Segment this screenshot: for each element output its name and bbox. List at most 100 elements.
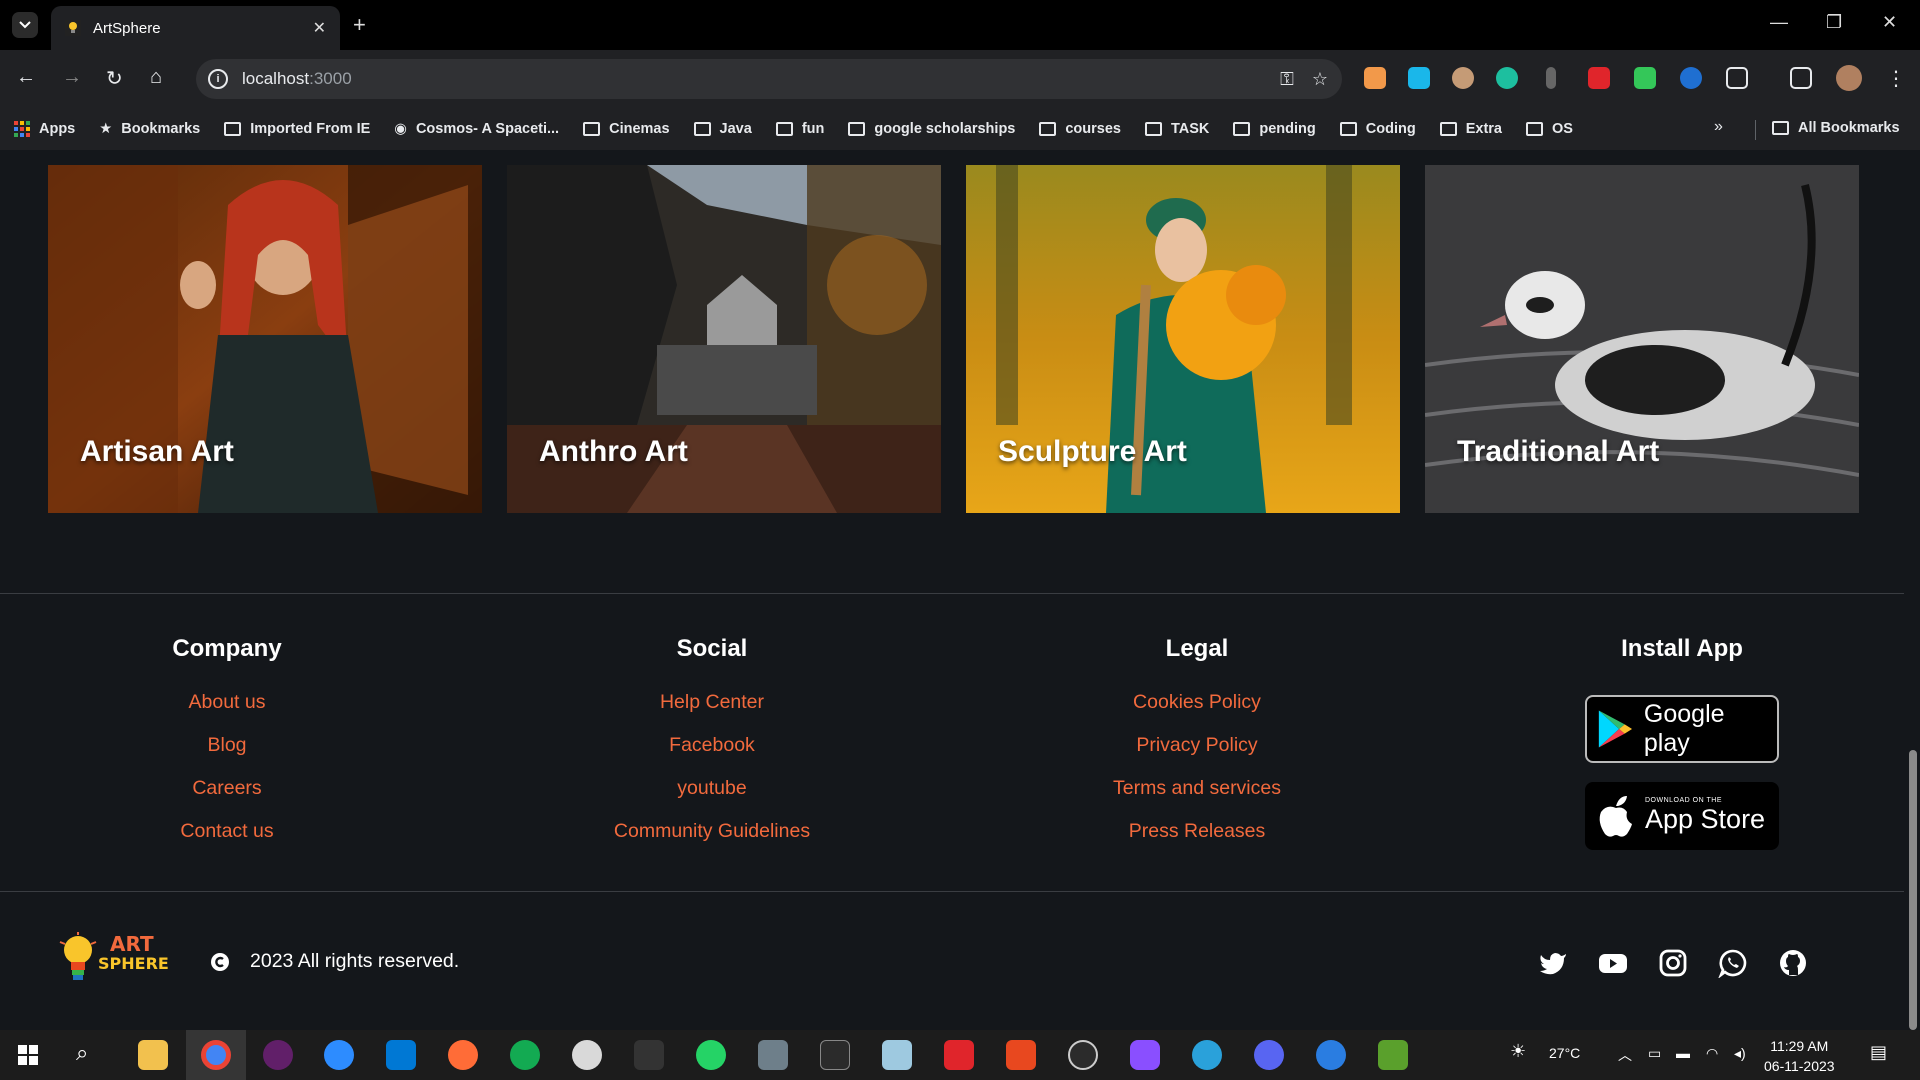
extension-pen-icon[interactable] <box>1364 67 1386 89</box>
tray-chevron-icon[interactable]: ︿ <box>1618 1045 1632 1065</box>
password-key-icon[interactable]: ⚿ <box>1280 69 1294 90</box>
bookmark-star-icon[interactable]: ☆ <box>1312 69 1328 90</box>
discord-icon[interactable] <box>1254 1040 1284 1070</box>
bookmark-google-scholarships[interactable]: google scholarships <box>848 121 1015 137</box>
windows-start-icon[interactable] <box>18 1045 38 1065</box>
extension-face-icon[interactable] <box>1452 67 1474 89</box>
page-scrollbar[interactable] <box>1904 150 1920 1030</box>
address-bar[interactable]: i localhost:3000 ⚿ ☆ <box>196 59 1342 99</box>
youtube-icon[interactable] <box>1598 948 1628 978</box>
site-info-icon[interactable]: i <box>208 69 228 89</box>
weather-icon[interactable]: ☀ <box>1510 1041 1526 1062</box>
clock[interactable]: 11:29 AM 06-11-2023 <box>1764 1036 1835 1076</box>
link-contact-us[interactable]: Contact us <box>77 820 377 843</box>
bookmarks-overflow-icon[interactable]: » <box>1714 118 1723 136</box>
terminal-icon[interactable] <box>820 1040 850 1070</box>
bookmark-apps[interactable]: Apps <box>14 121 75 137</box>
link-community-guidelines[interactable]: Community Guidelines <box>562 820 862 843</box>
extension-shield-icon[interactable] <box>1588 67 1610 89</box>
github-icon[interactable] <box>1778 948 1808 978</box>
bookmark-java[interactable]: Java <box>693 121 752 137</box>
forward-icon[interactable]: → <box>62 66 82 89</box>
extension-lock-icon[interactable] <box>1634 67 1656 89</box>
link-press-releases[interactable]: Press Releases <box>1047 820 1347 843</box>
bookmark-imported-from-ie[interactable]: Imported From IE <box>224 121 370 137</box>
bookmark-cosmos[interactable]: ◉ Cosmos- A Spaceti... <box>394 121 559 137</box>
extensions-puzzle-icon[interactable] <box>1726 67 1748 89</box>
minimize-button[interactable]: — <box>1770 12 1788 33</box>
chrome-icon[interactable] <box>201 1040 231 1070</box>
vscode-icon[interactable] <box>386 1040 416 1070</box>
bookmark-cinemas[interactable]: Cinemas <box>583 121 670 137</box>
card-sculpture-art[interactable]: Sculpture Art <box>966 165 1400 513</box>
extension-chat-icon[interactable] <box>1496 67 1518 89</box>
link-terms-and-services[interactable]: Terms and services <box>1047 777 1347 800</box>
link-about-us[interactable]: About us <box>77 691 377 714</box>
slack-icon[interactable] <box>263 1040 293 1070</box>
volume-icon[interactable]: ◂) <box>1734 1045 1746 1062</box>
link-privacy-policy[interactable]: Privacy Policy <box>1047 734 1347 757</box>
bookmark-os[interactable]: OS <box>1526 121 1573 137</box>
zoom-icon[interactable] <box>324 1040 354 1070</box>
restore-button[interactable]: ❐ <box>1826 12 1842 33</box>
google-play-button[interactable]: Google play <box>1585 695 1779 763</box>
link-blog[interactable]: Blog <box>77 734 377 757</box>
telegram-icon[interactable] <box>1192 1040 1222 1070</box>
link-careers[interactable]: Careers <box>77 777 377 800</box>
search-icon[interactable]: ⌕ <box>76 1040 88 1066</box>
scrollbar-thumb[interactable] <box>1909 750 1917 1030</box>
postman-icon[interactable] <box>448 1040 478 1070</box>
tab-search-button[interactable] <box>12 12 38 38</box>
artsphere-logo[interactable]: ART SPHERE <box>58 932 169 987</box>
link-cookies-policy[interactable]: Cookies Policy <box>1047 691 1347 714</box>
card-artisan-art[interactable]: Artisan Art <box>48 165 482 513</box>
bookmark-fun[interactable]: fun <box>775 121 824 137</box>
link-youtube[interactable]: youtube <box>562 777 862 800</box>
notifications-icon[interactable]: ▤ <box>1870 1042 1887 1063</box>
dts-icon[interactable] <box>1006 1040 1036 1070</box>
reload-icon[interactable]: ↻ <box>106 66 123 91</box>
card-traditional-art[interactable]: Traditional Art <box>1425 165 1859 513</box>
link-help-center[interactable]: Help Center <box>562 691 862 714</box>
extension-at-icon[interactable] <box>1680 67 1702 89</box>
extension-vimeo-icon[interactable] <box>1408 67 1430 89</box>
file-explorer-icon[interactable] <box>138 1040 168 1070</box>
wifi-icon[interactable]: ◠ <box>1706 1045 1718 1062</box>
instagram-icon[interactable] <box>1658 948 1688 978</box>
all-bookmarks[interactable]: All Bookmarks <box>1772 120 1900 136</box>
app-store-button[interactable]: DOWNLOAD ON THE App Store <box>1585 782 1779 850</box>
whatsapp-app-icon[interactable] <box>696 1040 726 1070</box>
paint-icon[interactable] <box>572 1040 602 1070</box>
active-tab[interactable]: ArtSphere ✕ <box>51 6 340 50</box>
calculator-icon[interactable] <box>758 1040 788 1070</box>
meet-now-icon[interactable]: ▭ <box>1648 1045 1661 1062</box>
whatsapp-icon[interactable] <box>1718 948 1748 978</box>
new-tab-button[interactable]: + <box>353 12 366 38</box>
proton-icon[interactable] <box>1130 1040 1160 1070</box>
home-icon[interactable]: ⌂ <box>150 66 162 89</box>
back-icon[interactable]: ← <box>16 66 36 89</box>
notepadpp-icon[interactable] <box>1378 1040 1408 1070</box>
bookmark-pending[interactable]: pending <box>1233 121 1316 137</box>
battery-icon[interactable]: ▬ <box>1676 1045 1690 1061</box>
bookmark-task[interactable]: TASK <box>1144 121 1209 137</box>
tab-close-icon[interactable]: ✕ <box>313 18 326 38</box>
github-desktop-icon[interactable] <box>634 1040 664 1070</box>
obs-icon[interactable] <box>1068 1040 1098 1070</box>
bookmark-bookmarks[interactable]: ★ Bookmarks <box>99 121 200 137</box>
mongodb-icon[interactable] <box>510 1040 540 1070</box>
bookmark-coding[interactable]: Coding <box>1339 121 1416 137</box>
side-panel-icon[interactable] <box>1790 67 1812 89</box>
brave-b-icon[interactable] <box>944 1040 974 1070</box>
weather-temp[interactable]: 27°C <box>1549 1045 1580 1061</box>
extension-bulb-icon[interactable] <box>1546 67 1556 89</box>
close-window-button[interactable]: ✕ <box>1882 12 1897 33</box>
bookmark-extra[interactable]: Extra <box>1439 121 1502 137</box>
menu-kebab-icon[interactable]: ⋮ <box>1886 66 1906 91</box>
profile-avatar[interactable] <box>1836 65 1862 91</box>
card-anthro-art[interactable]: Anthro Art <box>507 165 941 513</box>
bookmark-courses[interactable]: courses <box>1039 121 1121 137</box>
link-facebook[interactable]: Facebook <box>562 734 862 757</box>
notes-icon[interactable] <box>882 1040 912 1070</box>
twitter-icon[interactable] <box>1538 948 1568 978</box>
